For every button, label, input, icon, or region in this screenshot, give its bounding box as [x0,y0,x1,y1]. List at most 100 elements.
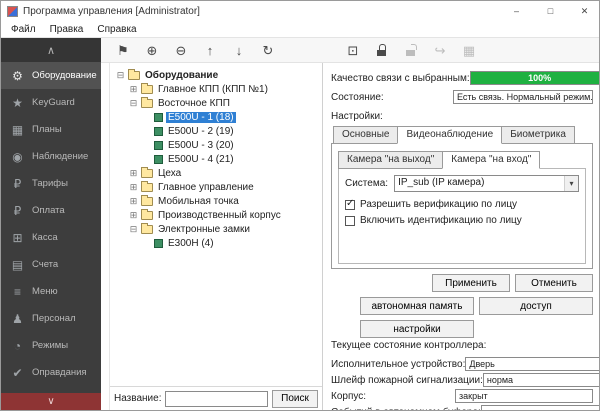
connection-quality-bar: 100% [470,71,599,85]
memory-access-row: автономная память доступ [331,297,593,315]
app-icon [7,6,18,17]
sidebar-item-label: Оплата [32,205,65,216]
tree-node[interactable]: ⊟ Восточное КПП [112,96,320,110]
chevron-down-icon: ∨ [47,396,54,407]
move-down-icon[interactable]: ↓ [231,42,247,58]
sidebar-item-plans[interactable]: ▦ Планы [1,116,101,143]
checkbox-row[interactable]: Включить идентификацию по лицу [345,215,579,226]
table-icon[interactable]: ▦ [461,42,477,58]
move-up-icon[interactable]: ↑ [202,42,218,58]
tree-node-label: Цеха [156,168,183,179]
sidebar-item-icon: ◉ [10,151,25,163]
sidebar-item-justifications[interactable]: ✔ Оправдания [1,359,101,386]
tree-node-label: E500U - 3 (20) [166,140,236,151]
tree-node[interactable]: E500U - 3 (20) [112,138,320,152]
minimize-button[interactable]: – [502,1,531,21]
search-input[interactable] [165,391,268,407]
settings-button[interactable]: настройки [360,320,474,338]
tab-camera-exit[interactable]: Камера "на выход" [338,151,443,169]
access-button[interactable]: доступ [479,297,593,315]
tree-node-icon [141,211,153,220]
tree-expander[interactable]: ⊞ [129,197,138,206]
tree-node[interactable]: E300H (4) [112,236,320,250]
sidebar-item-personnel[interactable]: ♟ Персонал [1,305,101,332]
sidebar-item-label: Меню [32,286,58,297]
sidebar-item-menu[interactable]: ≡ Меню [1,278,101,305]
sidebar-item-icon: ⚙ [10,70,25,82]
tree-node[interactable]: ⊞ Мобильная точка [112,194,320,208]
tree-node[interactable]: E500U - 2 (19) [112,124,320,138]
sidebar-item-modes[interactable]: ◔ Режимы [1,332,101,359]
tree-node[interactable]: ⊞ Цеха [112,166,320,180]
tree-node[interactable]: E500U - 4 (21) [112,152,320,166]
tree-expander[interactable]: ⊞ [129,85,138,94]
lock-icon[interactable] [374,42,390,58]
sidebar-item-monitoring[interactable]: ◉ Наблюдение [1,143,101,170]
add-icon[interactable]: ⊕ [144,42,160,58]
tree-node[interactable]: ⊞ Главное КПП (КПП №1) [112,82,320,96]
tree-expander[interactable]: ⊟ [129,225,138,234]
tree-node[interactable]: ⊞ Главное управление [112,180,320,194]
remove-icon[interactable]: ⊖ [173,42,189,58]
sidebar-item-tariffs[interactable]: ₽ Тарифы [1,170,101,197]
checkbox[interactable] [345,216,355,226]
sidebar-item-payment[interactable]: ₽ Оплата [1,197,101,224]
chevron-up-icon: ∧ [47,44,55,57]
tree-node[interactable]: ⊞ Производственный корпус [112,208,320,222]
tree-node-label: Оборудование [143,70,220,81]
sidebar-item-label: Тарифы [32,178,68,189]
sidebar-scroll-down-button[interactable]: ∨ [1,393,101,410]
settings-tabs: Основные Видеонаблюдение Биометрика [331,126,593,144]
tab-camera-entry[interactable]: Камера "на вход" [442,151,540,169]
tree-expander[interactable]: ⊟ [129,99,138,108]
tab-biometrics[interactable]: Биометрика [501,126,575,144]
controller-row-value: Дверь [465,357,599,371]
autonomous-memory-button[interactable]: автономная память [360,297,474,315]
camera-entry-panel: Система: IP_sub (IP камера) ▾ [338,168,586,264]
tree-search-row: Название: Поиск [110,386,322,410]
menu-help[interactable]: Справка [91,23,142,36]
new-object-icon[interactable]: ⚑ [115,42,131,58]
menu-file[interactable]: Файл [5,23,42,36]
sidebar-item-cashdesk[interactable]: ⊞ Касса [1,224,101,251]
entry-icon[interactable]: ↪ [432,42,448,58]
tab-video[interactable]: Видеонаблюдение [397,126,502,144]
tree-expander[interactable]: ⊟ [116,71,125,80]
settings-button-row: настройки [331,320,593,338]
tree-expander[interactable]: ⊞ [129,211,138,220]
controller-row-label: Событий в автономном буфере: [331,407,481,411]
content-area: ⚑ ⊕ ⊖ ↑ ↓ [101,38,599,410]
checkbox-row[interactable]: Разрешить верификацию по лицу [345,199,579,210]
tree-expander[interactable]: ⊞ [129,169,138,178]
tab-main[interactable]: Основные [333,126,398,144]
tree-node-label: E500U - 2 (19) [166,126,236,137]
tree-node[interactable]: ⊟ Электронные замки [112,222,320,236]
tree-expander[interactable]: ⊞ [129,183,138,192]
menu-edit[interactable]: Правка [44,23,90,36]
tree-node[interactable]: E500U - 1 (18) [112,110,320,124]
tree-node-icon [141,169,153,178]
search-button[interactable]: Поиск [272,390,318,408]
import-icon[interactable]: ⊡ [345,42,361,58]
cancel-button[interactable]: Отменить [515,274,593,292]
close-button[interactable]: ✕ [570,1,599,21]
refresh-icon[interactable]: ↻ [260,42,276,58]
controller-state-label: Текущее состояние контроллера: [331,340,593,351]
unlock-icon[interactable] [403,42,419,58]
sidebar-collapse-button[interactable]: ∧ [1,38,101,62]
sidebar-item-keyguard[interactable]: ★ KeyGuard [1,89,101,116]
tree-node-label: Мобильная точка [156,196,241,207]
state-label: Состояние: [331,92,453,103]
sidebar-item-accounts[interactable]: ▤ Счета [1,251,101,278]
maximize-button[interactable]: □ [536,1,565,21]
tree-node-icon [141,85,153,94]
apply-button[interactable]: Применить [432,274,510,292]
checkbox[interactable] [345,200,355,210]
quality-label: Качество связи с выбранным: [331,73,470,84]
tree-node-icon [141,99,153,108]
system-select[interactable]: IP_sub (IP камера) ▾ [394,175,579,192]
sidebar-item-equipment[interactable]: ⚙ Оборудование [1,62,101,89]
camera-tabs: Камера "на выход" Камера "на вход" [338,151,586,169]
workspace: ⊟ Оборудование ⊞ Главное КПП (КПП №1) [101,63,599,410]
tree-node[interactable]: ⊟ Оборудование [112,68,320,82]
